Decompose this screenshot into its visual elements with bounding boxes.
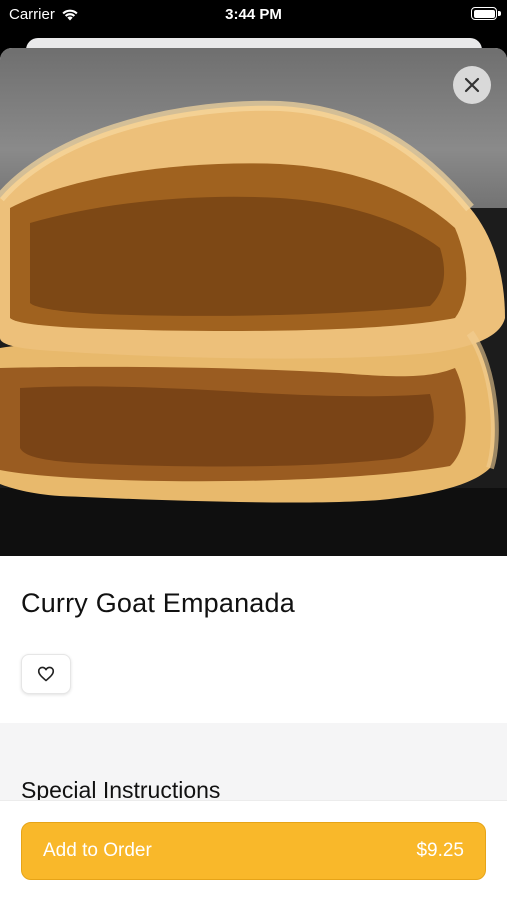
add-to-order-label: Add to Order	[43, 840, 152, 861]
order-footer: Add to Order $9.25	[0, 800, 507, 900]
battery-icon	[471, 7, 501, 20]
close-button[interactable]	[453, 66, 491, 104]
item-title: Curry Goat Empanada	[21, 588, 295, 618]
item-photo	[0, 48, 507, 556]
favorite-button[interactable]	[21, 654, 71, 694]
status-time: 3:44 PM	[225, 6, 282, 23]
item-detail-sheet: Curry Goat Empanada Special Instructions…	[0, 48, 507, 900]
close-icon	[464, 77, 480, 93]
order-price: $9.25	[416, 840, 464, 861]
empanada-illustration	[0, 100, 507, 556]
add-to-order-button[interactable]: Add to Order $9.25	[21, 822, 486, 880]
status-bar: Carrier 3:44 PM	[0, 0, 507, 30]
heart-outline-icon	[37, 666, 55, 682]
